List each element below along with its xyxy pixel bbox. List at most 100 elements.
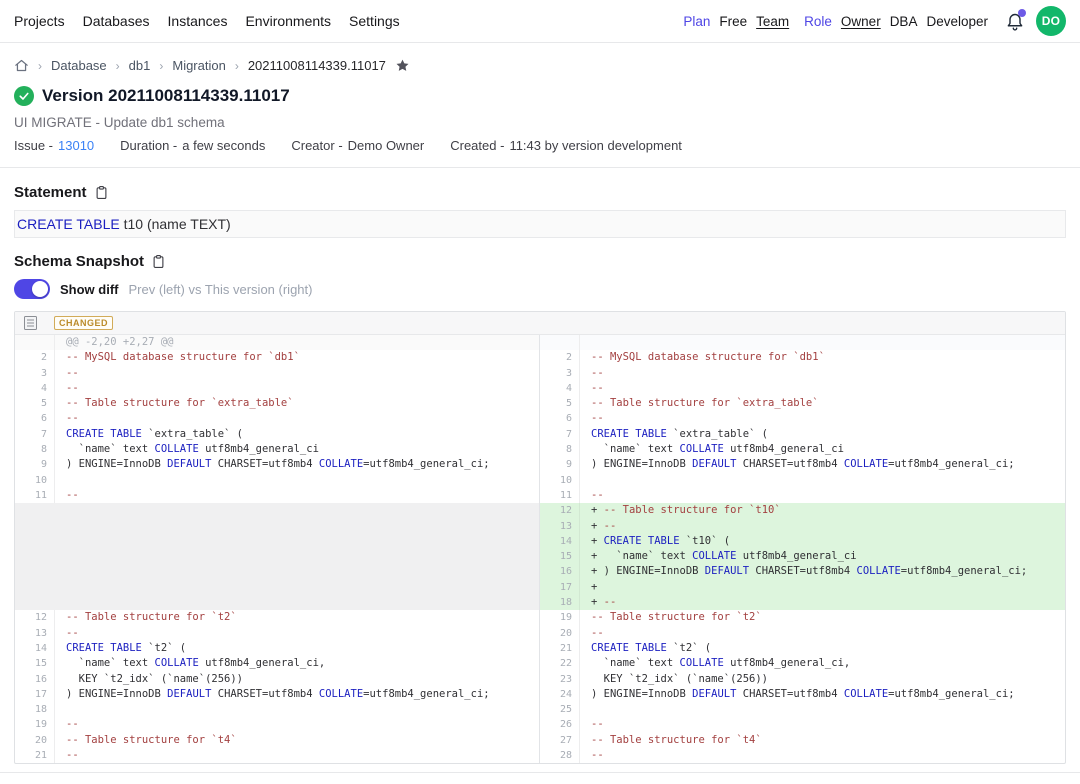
code-line: -- — [55, 411, 539, 426]
sql-segment-p: + — [591, 535, 604, 547]
notification-bell-icon[interactable] — [1003, 9, 1027, 33]
issue-link[interactable]: 13010 — [58, 138, 94, 153]
code-line: -- — [55, 381, 539, 396]
statement-sql-block: CREATE TABLE t10 (name TEXT) — [14, 210, 1066, 238]
breadcrumb-version[interactable]: 20211008114339.11017 — [248, 58, 386, 73]
diff-row: 3-- — [540, 366, 1065, 381]
sql-segment-p: ) ENGINE=InnoDB — [66, 458, 167, 470]
code-line: + ) ENGINE=InnoDB DEFAULT CHARSET=utf8mb… — [580, 564, 1065, 579]
sql-segment-c: -- — [66, 367, 79, 379]
nav-item-settings[interactable]: Settings — [349, 13, 400, 29]
breadcrumb-migration[interactable]: Migration — [172, 58, 225, 73]
code-line: ) ENGINE=InnoDB DEFAULT CHARSET=utf8mb4 … — [55, 457, 539, 472]
code-line: CREATE TABLE `extra_table` ( — [580, 427, 1065, 442]
code-line — [580, 473, 1065, 488]
schema-diff-panel: CHANGED @@ -2,20 +2,27 @@ 2-- MySQL datab… — [14, 311, 1066, 764]
nav-item-databases[interactable]: Databases — [83, 13, 150, 29]
code-line: -- MySQL database structure for `db1` — [55, 350, 539, 365]
meta-duration-value: a few seconds — [182, 138, 265, 153]
diff-row: 3-- — [15, 366, 539, 381]
diff-row: 17+ — [540, 580, 1065, 595]
meta-creator: Creator - Demo Owner — [291, 138, 424, 153]
diff-gap-block — [15, 503, 539, 610]
code-line: @@ -2,20 +2,27 @@ — [55, 335, 539, 350]
code-line: `name` text COLLATE utf8mb4_general_ci, — [55, 656, 539, 671]
sql-segment-c: -- — [66, 412, 79, 424]
snapshot-heading: Schema Snapshot — [14, 253, 144, 270]
code-line: + CREATE TABLE `t10` ( — [580, 534, 1065, 549]
sql-segment-k: CREATE TABLE — [604, 535, 680, 547]
sql-segment-p: + — [591, 520, 604, 532]
statement-sql: CREATE TABLE t10 (name TEXT) — [17, 216, 231, 232]
code-line: -- — [55, 748, 539, 763]
user-avatar[interactable]: DO — [1036, 6, 1066, 36]
diff-row: 16+ ) ENGINE=InnoDB DEFAULT CHARSET=utf8… — [540, 564, 1065, 579]
top-nav-bar: Projects Databases Instances Environment… — [0, 0, 1080, 43]
role-option-owner[interactable]: Owner — [841, 14, 881, 29]
diff-row: 12+ -- Table structure for `t10` — [540, 503, 1065, 518]
home-icon[interactable] — [14, 58, 29, 73]
sql-segment-p: =utf8mb4_general_ci; — [901, 565, 1027, 577]
sql-segment-c: -- — [591, 627, 604, 639]
copy-snapshot-icon[interactable] — [151, 254, 166, 269]
copy-statement-icon[interactable] — [94, 185, 109, 200]
diff-file-header: CHANGED — [15, 312, 1065, 335]
sql-segment-c: -- — [66, 627, 79, 639]
sql-segment-p: ) ENGINE=InnoDB — [66, 688, 167, 700]
breadcrumb-separator: › — [38, 59, 42, 73]
diff-row: 17) ENGINE=InnoDB DEFAULT CHARSET=utf8mb… — [15, 687, 539, 702]
breadcrumb-database[interactable]: Database — [51, 58, 107, 73]
code-line: -- — [55, 488, 539, 503]
code-line: -- — [580, 366, 1065, 381]
line-number: 6 — [540, 411, 580, 426]
sql-segment-p: ) ENGINE=InnoDB — [591, 688, 692, 700]
line-number: 10 — [540, 473, 580, 488]
sql-segment-k: CREATE TABLE — [591, 428, 667, 440]
code-line: -- Table structure for `t4` — [580, 733, 1065, 748]
plan-label[interactable]: Plan — [683, 14, 710, 29]
sql-segment-c: -- Table structure for `t4` — [66, 734, 237, 746]
code-line: -- — [580, 488, 1065, 503]
diff-row: 28-- — [540, 748, 1065, 763]
diff-row: 2-- MySQL database structure for `db1` — [15, 350, 539, 365]
sql-segment-k: COLLATE — [319, 688, 363, 700]
meta-creator-label: Creator - — [291, 138, 342, 153]
sql-segment-p: `t2` ( — [667, 642, 711, 654]
line-number: 12 — [540, 503, 580, 518]
diff-row: 14CREATE TABLE `t2` ( — [15, 641, 539, 656]
diff-body[interactable]: @@ -2,20 +2,27 @@ 2-- MySQL database stru… — [15, 335, 1065, 763]
success-check-icon — [14, 86, 34, 106]
sql-segment-c: -- MySQL database structure for `db1` — [591, 351, 825, 363]
line-number: 17 — [540, 580, 580, 595]
line-number: 20 — [15, 733, 55, 748]
nav-item-instances[interactable]: Instances — [168, 13, 228, 29]
diff-row: 13+ -- — [540, 519, 1065, 534]
sql-segment-p: =utf8mb4_general_ci; — [888, 458, 1014, 470]
diff-row: 4-- — [15, 381, 539, 396]
plan-option-team[interactable]: Team — [756, 14, 789, 29]
role-label[interactable]: Role — [804, 14, 832, 29]
nav-item-environments[interactable]: Environments — [245, 13, 331, 29]
sql-segment-k: COLLATE — [844, 688, 888, 700]
code-line: CREATE TABLE `t2` ( — [55, 641, 539, 656]
nav-item-projects[interactable]: Projects — [14, 13, 65, 29]
diff-row: 6-- — [540, 411, 1065, 426]
sql-segment-c: -- MySQL database structure for `db1` — [66, 351, 300, 363]
breadcrumb-db1[interactable]: db1 — [129, 58, 151, 73]
line-number: 17 — [15, 687, 55, 702]
diff-row: 21CREATE TABLE `t2` ( — [540, 641, 1065, 656]
show-diff-label: Show diff — [60, 282, 119, 297]
sql-segment-h: @@ -2,20 +2,27 @@ — [66, 336, 173, 348]
sql-segment-c: -- Table structure for `extra_table` — [591, 397, 819, 409]
show-diff-toggle[interactable] — [14, 279, 50, 299]
role-option-dba[interactable]: DBA — [890, 14, 918, 29]
diff-row: 14+ CREATE TABLE `t10` ( — [540, 534, 1065, 549]
role-option-developer[interactable]: Developer — [926, 14, 988, 29]
line-number: 13 — [15, 626, 55, 641]
plan-option-free[interactable]: Free — [719, 14, 747, 29]
diff-toggle-row: Show diff Prev (left) vs This version (r… — [14, 279, 1066, 299]
code-line: + -- Table structure for `t10` — [580, 503, 1065, 518]
favorite-star-icon[interactable] — [395, 58, 410, 73]
meta-created-value: 11:43 by version development — [509, 138, 681, 153]
code-line: -- Table structure for `t4` — [55, 733, 539, 748]
